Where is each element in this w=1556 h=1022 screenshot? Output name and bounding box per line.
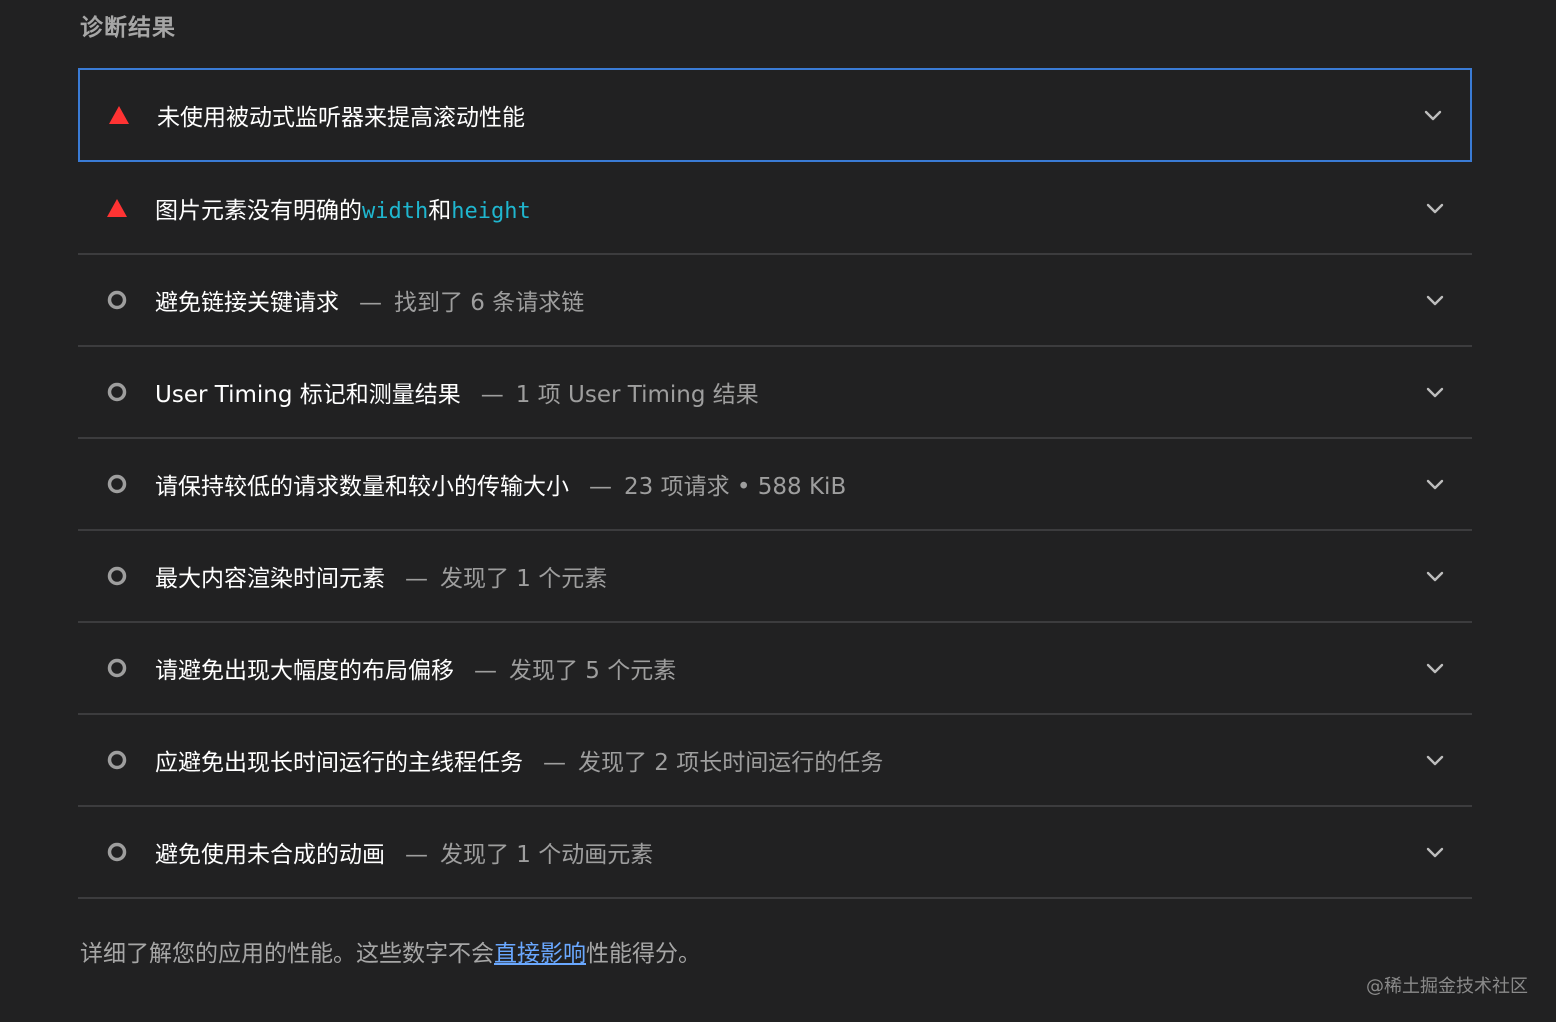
chevron-down-icon[interactable] [1424, 657, 1446, 679]
audit-separator: — [405, 566, 428, 592]
audit-title-mid: 和 [428, 197, 452, 224]
audit-text: 请避免出现大幅度的布局偏移 — 发现了 5 个元素 [155, 651, 676, 685]
audit-row-resource-summary[interactable]: 请保持较低的请求数量和较小的传输大小 — 23 项请求 • 588 KiB [78, 439, 1472, 531]
footer-text-prefix: 详细了解您的应用的性能。这些数字不会 [80, 941, 494, 967]
audit-title: 请避免出现大幅度的布局偏移 [155, 658, 454, 684]
audit-code-width: width [362, 198, 429, 224]
info-circle-icon [106, 841, 128, 863]
audit-summary: 发现了 5 个元素 [509, 658, 677, 684]
audit-text: User Timing 标记和测量结果 — 1 项 User Timing 结果 [155, 375, 759, 409]
chevron-down-icon[interactable] [1424, 289, 1446, 311]
audit-separator: — [405, 842, 428, 868]
warning-triangle-icon [106, 197, 128, 219]
audit-summary: 23 项请求 • 588 KiB [624, 474, 847, 500]
audit-text: 避免链接关键请求 — 找到了 6 条请求链 [155, 283, 584, 317]
chevron-down-icon[interactable] [1424, 841, 1446, 863]
audit-title: 图片元素没有明确的 [155, 197, 362, 224]
audit-title: 避免使用未合成的动画 [155, 842, 385, 868]
chevron-down-icon[interactable] [1424, 381, 1446, 403]
audit-separator: — [589, 474, 612, 500]
audit-summary: 发现了 1 个元素 [440, 566, 608, 592]
section-title: 诊断结果 [80, 15, 176, 41]
chevron-down-icon[interactable] [1424, 749, 1446, 771]
audit-row-critical-request-chains[interactable]: 避免链接关键请求 — 找到了 6 条请求链 [78, 255, 1472, 347]
audit-row-unsized-images[interactable]: 图片元素没有明确的width和height [78, 162, 1472, 255]
audit-summary: 发现了 1 个动画元素 [440, 842, 654, 868]
info-circle-icon [106, 565, 128, 587]
footer-link[interactable]: 直接影响 [494, 941, 586, 967]
info-circle-icon [106, 657, 128, 679]
audit-separator: — [474, 658, 497, 684]
audit-row-passive-listeners[interactable]: 未使用被动式监听器来提高滚动性能 [78, 68, 1472, 162]
audit-title: 应避免出现长时间运行的主线程任务 [155, 750, 523, 776]
audit-summary: 发现了 2 项长时间运行的任务 [578, 750, 884, 776]
audit-text: 最大内容渲染时间元素 — 发现了 1 个元素 [155, 559, 607, 593]
audit-separator: — [543, 750, 566, 776]
audit-text: 未使用被动式监听器来提高滚动性能 [157, 98, 525, 132]
audit-separator: — [480, 382, 504, 408]
audit-text: 请保持较低的请求数量和较小的传输大小 — 23 项请求 • 588 KiB [155, 467, 846, 501]
audit-title: 请保持较低的请求数量和较小的传输大小 [155, 474, 569, 500]
chevron-down-icon[interactable] [1424, 197, 1446, 219]
chevron-down-icon[interactable] [1424, 565, 1446, 587]
audit-row-layout-shifts[interactable]: 请避免出现大幅度的布局偏移 — 发现了 5 个元素 [78, 623, 1472, 715]
audit-list: 未使用被动式监听器来提高滚动性能 图片元素没有明确的width和height 避… [78, 68, 1472, 899]
info-circle-icon [106, 289, 128, 311]
info-circle-icon [106, 381, 128, 403]
audit-title: User Timing 标记和测量结果 [155, 382, 461, 408]
footer-note: 详细了解您的应用的性能。这些数字不会直接影响性能得分。 [80, 934, 701, 968]
info-circle-icon [106, 749, 128, 771]
audit-row-non-composited-animations[interactable]: 避免使用未合成的动画 — 发现了 1 个动画元素 [78, 807, 1472, 899]
audit-summary: 1 项 User Timing 结果 [515, 382, 759, 408]
info-circle-icon [106, 473, 128, 495]
audit-text: 图片元素没有明确的width和height [155, 191, 531, 225]
audit-row-long-tasks[interactable]: 应避免出现长时间运行的主线程任务 — 发现了 2 项长时间运行的任务 [78, 715, 1472, 807]
audit-title: 未使用被动式监听器来提高滚动性能 [157, 105, 525, 131]
watermark: @稀土掘金技术社区 [1366, 976, 1528, 997]
audit-title: 避免链接关键请求 [155, 290, 339, 316]
diagnostics-panel: 诊断结果 未使用被动式监听器来提高滚动性能 图片元素没有明确的width和hei… [0, 0, 1556, 1022]
audit-row-user-timings[interactable]: User Timing 标记和测量结果 — 1 项 User Timing 结果 [78, 347, 1472, 439]
footer-text-suffix: 性能得分。 [586, 941, 701, 967]
audit-code-height: height [451, 198, 531, 224]
chevron-down-icon[interactable] [1424, 473, 1446, 495]
warning-triangle-icon [108, 104, 130, 126]
audit-summary: 找到了 6 条请求链 [394, 290, 585, 316]
chevron-down-icon[interactable] [1422, 104, 1444, 126]
audit-row-lcp-element[interactable]: 最大内容渲染时间元素 — 发现了 1 个元素 [78, 531, 1472, 623]
audit-text: 避免使用未合成的动画 — 发现了 1 个动画元素 [155, 835, 653, 869]
audit-text: 应避免出现长时间运行的主线程任务 — 发现了 2 项长时间运行的任务 [155, 743, 883, 777]
audit-separator: — [359, 290, 382, 316]
audit-title: 最大内容渲染时间元素 [155, 566, 385, 592]
